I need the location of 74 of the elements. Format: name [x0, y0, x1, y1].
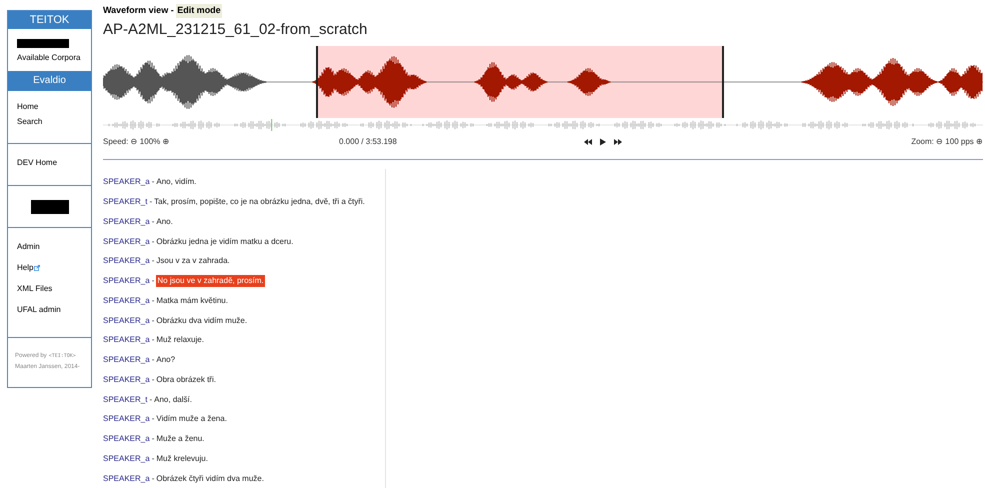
project-header: Evaldio — [8, 71, 91, 91]
speaker-label[interactable]: SPEAKER_a — [103, 255, 150, 268]
utterance-text[interactable]: Muž krelevuju. — [156, 452, 208, 465]
utterance-text[interactable]: Vidím muže a žena. — [156, 413, 227, 426]
separator-text: - — [152, 413, 154, 426]
separator-text: - — [152, 176, 154, 188]
speaker-label[interactable]: SPEAKER_a — [103, 334, 150, 346]
separator-text: - — [152, 433, 154, 446]
utterance-text[interactable]: Obrázku dva vidím muže. — [156, 314, 248, 327]
speaker-label[interactable]: SPEAKER_a — [103, 275, 150, 288]
speaker-label[interactable]: SPEAKER_a — [103, 433, 150, 446]
sidebar-link[interactable]: XML Files — [17, 283, 52, 295]
utterance-text[interactable]: Jsou v za v zahrada. — [156, 255, 230, 268]
separator-text: - — [152, 275, 154, 288]
view-label: Waveform view - — [103, 4, 175, 17]
rewind-icon[interactable] — [583, 138, 593, 146]
sidebar-link[interactable]: UFAL admin — [17, 304, 61, 316]
brand-header: TEITOK — [8, 11, 91, 29]
utterance-text[interactable]: Muž relaxuje. — [156, 334, 204, 346]
selection-end-marker[interactable] — [722, 46, 724, 118]
utterance-text[interactable]: Ano, další. — [154, 394, 192, 406]
speaker-label[interactable]: SPEAKER_a — [103, 472, 150, 485]
sidebar-link[interactable]: Home — [17, 101, 38, 113]
separator-text: - — [149, 196, 152, 208]
speaker-label[interactable]: SPEAKER_a — [103, 294, 150, 307]
sidebar-link[interactable]: Available Corpora — [17, 52, 82, 64]
utterance-text[interactable]: Obra obrázek tři. — [156, 374, 216, 386]
external-link-icon — [34, 265, 40, 271]
separator-text: - — [152, 354, 154, 366]
utterance-text[interactable]: Tak, prosím, popište, co je na obrázku jedna, dvě, tři a čtyři. — [154, 196, 365, 208]
separator-text: - — [152, 216, 154, 228]
speaker-label[interactable]: SPEAKER_a — [103, 236, 150, 248]
speaker-label[interactable]: SPEAKER_a — [103, 413, 150, 426]
sidebar-link[interactable]: DEV Home — [17, 157, 58, 169]
time-display: 0.000 / 3:53.198 — [339, 136, 397, 148]
speaker-label[interactable]: SPEAKER_a — [103, 354, 150, 366]
utterance-text[interactable]: No jsou ve v zahradě, prosím. — [156, 275, 265, 288]
speaker-label[interactable]: SPEAKER_a — [103, 314, 150, 327]
speaker-label[interactable]: SPEAKER_a — [103, 176, 150, 188]
utterance-text[interactable]: Obrázku jedna je vidím matku a dceru. — [156, 236, 294, 248]
speaker-label[interactable]: SPEAKER_a — [103, 452, 150, 465]
separator-text: - — [149, 394, 152, 406]
separator-text: - — [152, 314, 154, 327]
speaker-label[interactable]: SPEAKER_a — [103, 216, 150, 228]
utterance-text[interactable]: Matka mám květinu. — [156, 294, 228, 307]
zoom-control[interactable]: Zoom: ⊖ 100 pps ⊕ — [911, 136, 983, 148]
separator-text: - — [152, 452, 154, 465]
utterance-text[interactable]: Ano, vidím. — [156, 176, 196, 188]
utterance-text[interactable]: Obrázek čtyři vidím dva muže. — [156, 472, 264, 485]
file-title: AP-A2ML_231215_61_02-from_scratch — [103, 20, 368, 38]
utterance-text[interactable]: Ano? — [156, 354, 176, 366]
sidebar-link[interactable]: Admin — [17, 241, 40, 253]
play-icon[interactable] — [599, 138, 607, 146]
fast-forward-icon[interactable] — [613, 138, 623, 146]
separator-text: - — [152, 236, 154, 248]
speaker-label[interactable]: SPEAKER_a — [103, 374, 150, 386]
sidebar-link[interactable]: Search — [17, 116, 42, 128]
utterance-text[interactable]: Ano. — [156, 216, 173, 228]
redaction-bar — [30, 200, 68, 214]
mode-label: Edit mode — [176, 4, 222, 18]
speaker-label[interactable]: SPEAKER_t — [103, 196, 148, 208]
sidebar-link[interactable]: Help — [17, 262, 40, 274]
separator-text: - — [152, 334, 154, 346]
separator-text: - — [152, 255, 154, 268]
separator-text: - — [152, 294, 154, 307]
separator-text: - — [152, 374, 154, 386]
speaker-label[interactable]: SPEAKER_t — [103, 394, 148, 406]
selection-start-marker[interactable] — [316, 46, 318, 118]
waveform-drawing[interactable] — [103, 54, 983, 109]
position-marker[interactable] — [271, 118, 272, 130]
redaction-bar — [17, 39, 69, 48]
utterance-text[interactable]: Muže a ženu. — [156, 433, 204, 446]
speed-control[interactable]: Speed: ⊖ 100% ⊕ — [103, 136, 339, 148]
separator-text: - — [152, 472, 154, 485]
